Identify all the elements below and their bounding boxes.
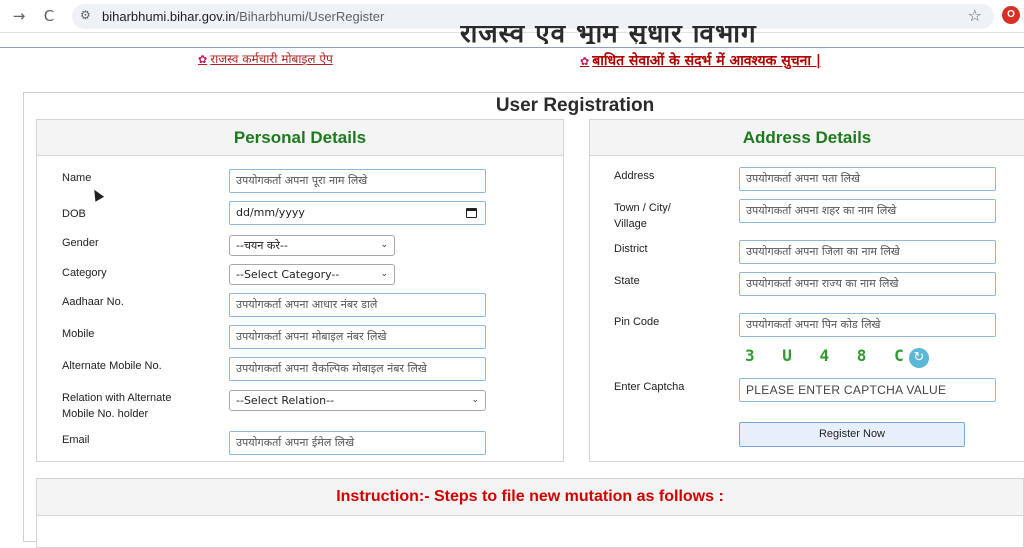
dob-value: dd/mm/yyyy	[236, 206, 305, 219]
pin-code-label: Pin Code	[614, 316, 660, 328]
url-host: biharbhumi.bihar.gov.in	[102, 9, 236, 24]
state-input[interactable]: उपयोगकर्ता अपना राज्य का नाम लिखे	[739, 272, 996, 296]
captcha-label: Enter Captcha	[614, 381, 685, 393]
flower-icon: ✿	[198, 53, 208, 66]
state-label: State	[614, 275, 640, 287]
name-label: Name	[62, 172, 92, 184]
chevron-down-icon: ⌄	[471, 395, 479, 405]
category-label: Category	[62, 267, 107, 279]
mobile-input[interactable]: उपयोगकर्ता अपना मोबाइल नंबर लिखे	[229, 325, 486, 349]
aadhaar-input[interactable]: उपयोगकर्ता अपना आधार नंबर डाले	[229, 293, 486, 317]
gender-value: --चयन करे--	[236, 239, 288, 252]
town-input[interactable]: उपयोगकर्ता अपना शहर का नाम लिखे	[739, 199, 996, 223]
department-heading-text: राजस्व एवं भूमि सुधार विभाग	[460, 26, 757, 44]
alternate-mobile-input[interactable]: उपयोगकर्ता अपना वैकल्पिक मोबाइल नंबर लिख…	[229, 357, 486, 381]
district-label: District	[614, 243, 648, 255]
relation-label-line1: Relation with Alternate	[62, 392, 172, 404]
relation-select[interactable]: --Select Relation-- ⌄	[229, 390, 486, 411]
chevron-down-icon: ⌄	[380, 269, 388, 279]
email-input[interactable]: उपयोगकर्ता अपना ईमेल लिखे	[229, 431, 486, 455]
page-title: User Registration	[495, 95, 655, 116]
dob-input[interactable]: dd/mm/yyyy	[229, 201, 486, 225]
address-details-heading: Address Details	[590, 120, 1024, 156]
gender-label: Gender	[62, 237, 99, 249]
department-heading: राजस्व एवं भूमि सुधार विभाग	[460, 26, 770, 44]
reload-icon[interactable]: C	[38, 6, 60, 26]
pin-code-input[interactable]: उपयोगकर्ता अपना पिन कोड लिखे	[739, 313, 996, 337]
url-text: biharbhumi.bihar.gov.in/Biharbhumi/UserR…	[102, 9, 384, 24]
aadhaar-label: Aadhaar No.	[62, 296, 124, 308]
url-path: /Biharbhumi/UserRegister	[235, 9, 385, 24]
bookmark-star-icon[interactable]: ☆	[968, 6, 982, 25]
site-settings-icon[interactable]: ⚙	[80, 8, 91, 22]
service-notice-link-label: बाधित सेवाओं के संदर्भ में आवश्यक सुचना …	[592, 53, 821, 69]
town-label-line2: Village	[614, 218, 647, 230]
mobile-app-link-label: राजस्व कर्मचारी मोबाइल ऐप	[210, 52, 333, 66]
town-label-line1: Town / City/	[614, 202, 671, 214]
chevron-down-icon: ⌄	[380, 240, 388, 250]
forward-icon[interactable]: →	[8, 6, 30, 26]
refresh-captcha-icon[interactable]: ↻	[909, 348, 929, 368]
captcha-input[interactable]: PLEASE ENTER CAPTCHA VALUE	[739, 378, 996, 402]
gender-select[interactable]: --चयन करे-- ⌄	[229, 235, 395, 256]
email-label: Email	[62, 434, 90, 446]
captcha-image: 3 U 4 8 C	[745, 346, 906, 365]
mobile-label: Mobile	[62, 328, 95, 340]
category-value: --Select Category--	[236, 268, 340, 281]
alternate-mobile-label: Alternate Mobile No.	[62, 360, 162, 372]
address-input[interactable]: उपयोगकर्ता अपना पता लिखे	[739, 167, 996, 191]
register-now-button[interactable]: Register Now	[739, 422, 965, 447]
instruction-heading: Instruction:- Steps to file new mutation…	[37, 479, 1023, 516]
instruction-panel: Instruction:- Steps to file new mutation…	[36, 478, 1024, 548]
mobile-app-link[interactable]: ✿ राजस्व कर्मचारी मोबाइल ऐप	[198, 50, 333, 67]
relation-value: --Select Relation--	[236, 394, 335, 407]
calendar-icon[interactable]	[466, 208, 477, 218]
district-input[interactable]: उपयोगकर्ता अपना जिला का नाम लिखे	[739, 240, 996, 264]
personal-details-heading: Personal Details	[37, 120, 563, 156]
category-select[interactable]: --Select Category-- ⌄	[229, 264, 395, 285]
dob-label: DOB	[62, 208, 86, 220]
relation-label-line2: Mobile No. holder	[62, 408, 149, 420]
name-input[interactable]: उपयोगकर्ता अपना पूरा नाम लिखे	[229, 169, 486, 193]
address-label: Address	[614, 170, 655, 182]
header-divider	[0, 47, 1024, 48]
flower-icon: ✿	[580, 55, 590, 68]
service-notice-link[interactable]: ✿ बाधित सेवाओं के संदर्भ में आवश्यक सुचना…	[580, 51, 821, 70]
extension-icon[interactable]: O	[1002, 6, 1020, 24]
